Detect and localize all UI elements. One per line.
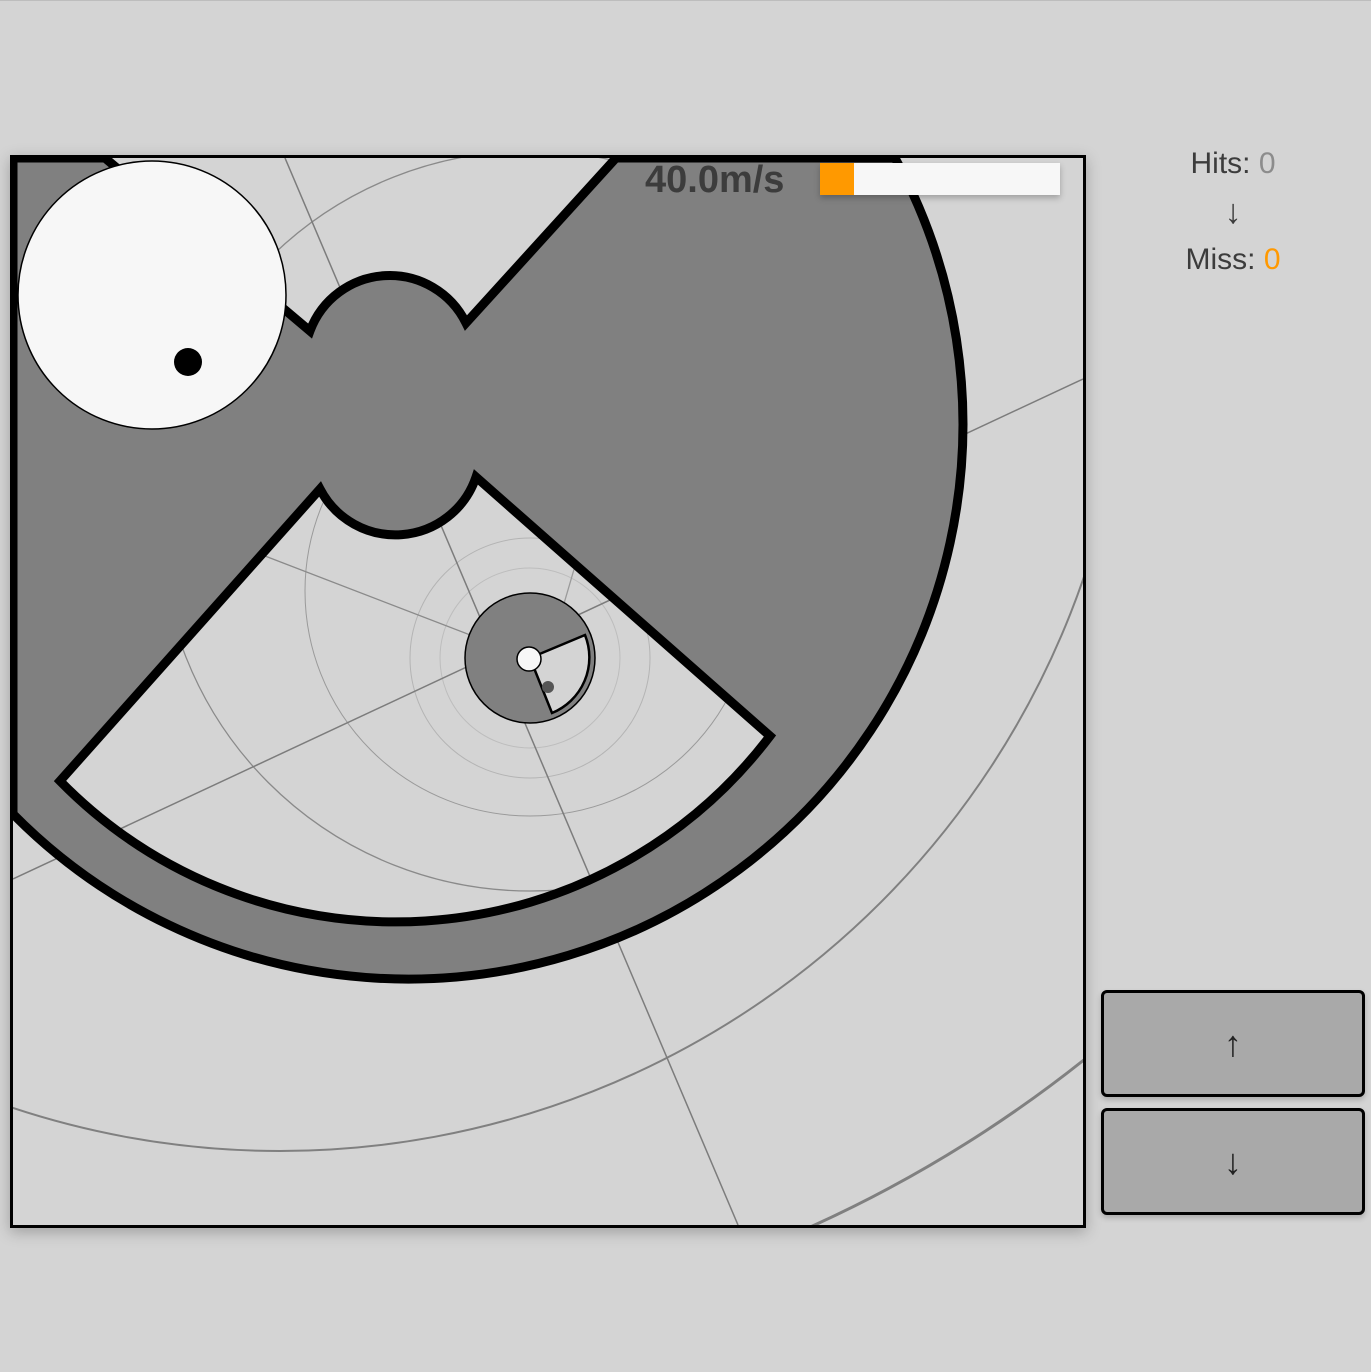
player-disc[interactable]: [17, 160, 287, 430]
hits-line: Hits: 0: [1100, 141, 1366, 187]
down-arrow-icon: ↓: [1224, 193, 1242, 231]
game-page: 40.0m/s Hits: 0 ↓ Miss: 0 ↑ ↓: [0, 0, 1371, 1372]
game-board[interactable]: 40.0m/s: [10, 155, 1086, 1228]
hits-label: Hits:: [1190, 147, 1259, 180]
speed-meter: [820, 163, 1060, 195]
score-panel: Hits: 0 ↓ Miss: 0: [1100, 141, 1366, 283]
speed-readout: 40.0m/s: [645, 159, 785, 201]
miss-value: 0: [1263, 243, 1281, 276]
player-dot: [174, 348, 202, 376]
down-button[interactable]: ↓: [1101, 1108, 1365, 1215]
target-gauge: [464, 592, 596, 724]
speed-meter-fill: [820, 163, 854, 195]
game-scene: [13, 158, 1083, 1225]
miss-line: Miss: 0: [1100, 237, 1366, 283]
hits-value: 0: [1258, 147, 1276, 180]
miss-label: Miss:: [1185, 243, 1264, 276]
up-button[interactable]: ↑: [1101, 990, 1365, 1097]
